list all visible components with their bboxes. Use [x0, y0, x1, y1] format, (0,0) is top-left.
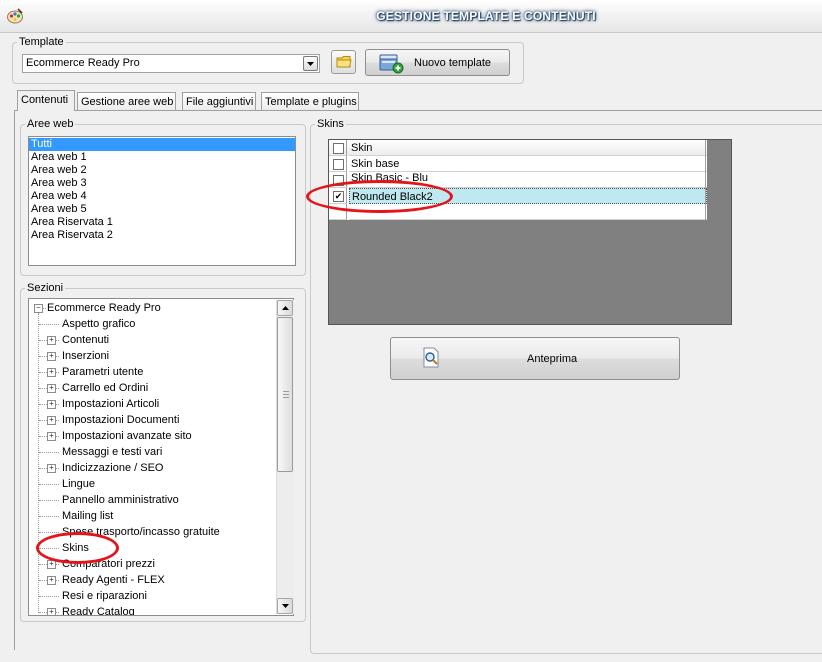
- tab-label: Gestione aree web: [81, 96, 174, 108]
- select-all-checkbox[interactable]: [333, 143, 344, 154]
- tab-label: Contenuti: [21, 94, 69, 106]
- expand-icon[interactable]: +: [47, 352, 56, 361]
- tab-label: Template e plugins: [265, 96, 357, 108]
- preview-button[interactable]: Anteprima: [390, 337, 680, 380]
- list-item[interactable]: Area web 3: [29, 177, 295, 190]
- expand-icon[interactable]: +: [47, 336, 56, 345]
- scroll-down-button[interactable]: [277, 598, 293, 614]
- template-legend: Template: [19, 36, 64, 48]
- highlight-skins-item: [36, 532, 119, 564]
- title-bar: GESTIONE TEMPLATE E CONTENUTI: [0, 0, 822, 33]
- list-item[interactable]: Area web 4: [29, 190, 295, 203]
- skins-grid[interactable]: Skin Skin base Skin Basic - Blu ✔ Rounde…: [328, 139, 732, 325]
- list-item[interactable]: Area web 5: [29, 203, 295, 216]
- expand-icon[interactable]: +: [47, 464, 56, 473]
- list-item[interactable]: Area web 2: [29, 164, 295, 177]
- aree-web-list[interactable]: Tutti Area web 1 Area web 2 Area web 3 A…: [28, 136, 296, 266]
- expand-icon[interactable]: +: [47, 608, 56, 615]
- aree-web-legend: Aree web: [27, 118, 74, 130]
- tab-template-e-plugins[interactable]: Template e plugins: [261, 92, 359, 110]
- expand-icon[interactable]: +: [47, 384, 56, 393]
- new-template-button[interactable]: Nuovo template: [365, 49, 510, 76]
- chevron-down-icon: [281, 604, 289, 608]
- list-item[interactable]: Area web 1: [29, 151, 295, 164]
- tab-label: File aggiuntivi: [186, 96, 254, 108]
- template-select[interactable]: Ecommerce Ready Pro: [22, 54, 320, 73]
- window-title: GESTIONE TEMPLATE E CONTENUTI: [376, 9, 596, 23]
- tab-gestione-aree-web[interactable]: Gestione aree web: [77, 92, 176, 110]
- expand-icon[interactable]: +: [47, 416, 56, 425]
- tree-root-label: Ecommerce Ready Pro: [47, 302, 161, 314]
- folder-icon: [336, 56, 352, 68]
- new-template-icon: [379, 54, 404, 74]
- template-select-value: Ecommerce Ready Pro: [26, 57, 140, 69]
- sezioni-scrollbar[interactable]: [276, 300, 294, 614]
- list-item[interactable]: Area Riservata 2: [29, 229, 295, 242]
- preview-magnifier-icon: [423, 347, 439, 368]
- scroll-up-button[interactable]: [277, 300, 293, 316]
- expand-icon[interactable]: +: [47, 368, 56, 377]
- grid-header: Skin: [329, 140, 707, 156]
- highlight-rounded-black2: [306, 180, 453, 213]
- tab-contenuti[interactable]: Contenuti: [17, 90, 75, 111]
- expand-icon[interactable]: +: [47, 432, 56, 441]
- chevron-up-icon: [281, 306, 289, 310]
- list-item[interactable]: Area Riservata 1: [29, 216, 295, 229]
- grid-row[interactable]: Skin base: [329, 156, 707, 172]
- expand-icon[interactable]: +: [47, 576, 56, 585]
- open-folder-button[interactable]: [331, 50, 356, 74]
- sezioni-legend: Sezioni: [27, 282, 64, 294]
- chevron-down-icon[interactable]: [303, 56, 318, 71]
- new-template-label: Nuovo template: [414, 57, 492, 69]
- tab-file-aggiuntivi[interactable]: File aggiuntivi: [182, 92, 256, 110]
- collapse-icon[interactable]: −: [34, 304, 43, 313]
- expand-icon[interactable]: +: [47, 400, 56, 409]
- preview-label: Anteprima: [527, 353, 578, 365]
- scroll-thumb[interactable]: [277, 317, 293, 472]
- skin-checkbox[interactable]: [333, 159, 344, 170]
- skins-legend: Skins: [317, 118, 344, 130]
- grid-header-skin: Skin: [349, 140, 707, 156]
- list-item-tutti[interactable]: Tutti: [29, 138, 295, 151]
- sezioni-tree[interactable]: − Ecommerce Ready Pro Aspetto grafico + …: [28, 298, 294, 616]
